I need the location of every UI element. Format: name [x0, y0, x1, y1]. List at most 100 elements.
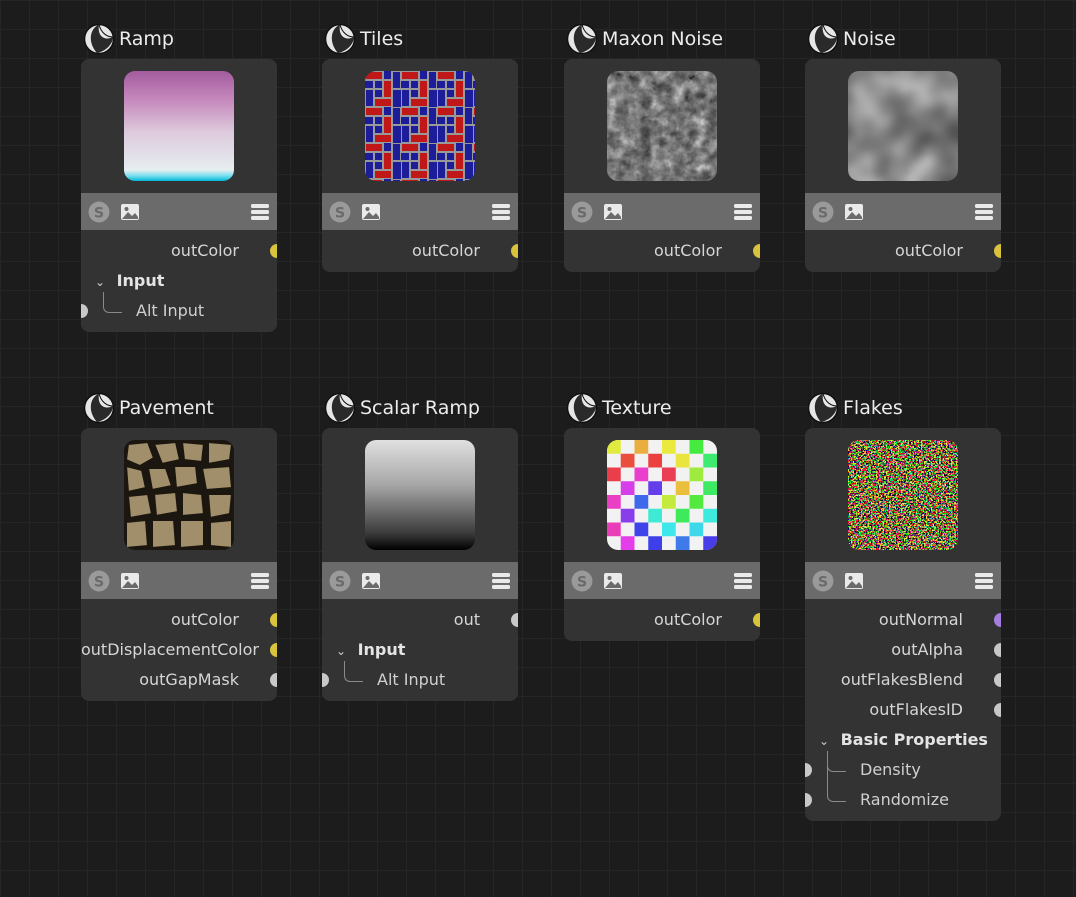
port-list: outColor [564, 599, 760, 635]
image-icon[interactable] [120, 202, 140, 222]
node-title[interactable]: Pavement [83, 394, 214, 422]
image-icon[interactable] [844, 202, 864, 222]
input-port-label: Alt Input [136, 301, 205, 320]
texture-cell [620, 508, 635, 523]
texture-cell [703, 481, 717, 495]
texture-cell [675, 508, 690, 523]
output-port-dot[interactable] [994, 643, 1001, 657]
node-title[interactable]: Tiles [324, 25, 403, 53]
output-port-dot[interactable] [511, 613, 518, 627]
texture-cell [648, 536, 662, 550]
preview-ramp [124, 71, 234, 181]
shader-s-icon[interactable] [329, 570, 351, 592]
node-title[interactable]: Maxon Noise [566, 25, 723, 53]
output-port-dot[interactable] [994, 703, 1001, 717]
input-port-dot[interactable] [81, 304, 88, 318]
image-icon[interactable] [361, 202, 381, 222]
image-icon[interactable] [120, 571, 140, 591]
menu-icon[interactable] [250, 202, 270, 222]
output-port-dot[interactable] [753, 613, 760, 627]
output-port-dot[interactable] [753, 244, 760, 258]
node-tiles[interactable]: Tiles outColor [322, 59, 518, 272]
menu-icon[interactable] [974, 202, 994, 222]
node-title[interactable]: Noise [807, 25, 896, 53]
node-noise[interactable]: Noise outColor [805, 59, 1001, 272]
shader-s-icon[interactable] [88, 201, 110, 223]
shader-s-icon[interactable] [812, 201, 834, 223]
preview-area [322, 428, 518, 562]
node-title[interactable]: Ramp [83, 25, 174, 53]
preview-texture [607, 440, 717, 550]
menu-icon[interactable] [250, 571, 270, 591]
output-port-row: outDisplacementColor [81, 635, 277, 665]
image-icon[interactable] [603, 202, 623, 222]
output-port-dot[interactable] [270, 673, 277, 687]
texture-cell [703, 508, 717, 523]
port-list: outColor ⌄ Input Alt Input [81, 230, 277, 326]
texture-cell [675, 453, 690, 468]
shader-s-icon[interactable] [88, 570, 110, 592]
output-port-dot[interactable] [270, 643, 277, 657]
texture-cell [689, 440, 704, 454]
input-port-dot[interactable] [805, 793, 812, 807]
node-title-label: Ramp [119, 28, 174, 50]
node-title[interactable]: Texture [566, 394, 672, 422]
texture-cell [689, 522, 704, 537]
output-port-dot[interactable] [994, 244, 1001, 258]
node-scalar-ramp[interactable]: Scalar Ramp out ⌄ Input Alt Input [322, 428, 518, 701]
node-ramp[interactable]: Ramp outColor ⌄ Input Alt Input [81, 59, 277, 332]
shader-s-icon[interactable] [812, 570, 834, 592]
output-port-label: outColor [895, 241, 963, 260]
output-port-dot[interactable] [270, 244, 277, 258]
material-sphere-icon [83, 392, 115, 424]
input-port-row: Alt Input [322, 661, 518, 695]
image-icon[interactable] [603, 571, 623, 591]
menu-icon[interactable] [733, 202, 753, 222]
input-port-dot[interactable] [805, 763, 812, 777]
output-port-row: out [322, 605, 518, 635]
input-port-label: Alt Input [377, 670, 446, 689]
node-title-label: Texture [602, 397, 672, 419]
node-body: outColor outDisplacementColor outGapMask [81, 428, 277, 701]
node-flakes[interactable]: Flakes outNormal outAlpha outFlakesBlend [805, 428, 1001, 821]
shader-s-icon[interactable] [329, 201, 351, 223]
texture-cell [607, 467, 621, 482]
texture-cell [675, 536, 690, 550]
material-sphere-icon [324, 23, 356, 55]
texture-cell [620, 481, 635, 495]
output-port-dot[interactable] [994, 673, 1001, 687]
shader-s-icon[interactable] [571, 570, 593, 592]
node-maxon-noise[interactable]: Maxon Noise outColor [564, 59, 760, 272]
image-icon[interactable] [361, 571, 381, 591]
image-icon[interactable] [844, 571, 864, 591]
output-port-row: outColor [322, 236, 518, 266]
output-port-dot[interactable] [994, 613, 1001, 627]
menu-icon[interactable] [491, 571, 511, 591]
node-title[interactable]: Scalar Ramp [324, 394, 480, 422]
node-title-label: Tiles [360, 28, 404, 50]
output-port-dot[interactable] [511, 244, 518, 258]
menu-icon[interactable] [733, 571, 753, 591]
input-port-dot[interactable] [322, 673, 329, 687]
texture-cell [634, 495, 649, 509]
texture-cell [689, 467, 704, 482]
input-port-row: Randomize [805, 751, 1001, 815]
menu-icon[interactable] [491, 202, 511, 222]
group-label: Basic Properties [840, 730, 988, 749]
output-port-label: outColor [412, 241, 480, 260]
node-title-label: Pavement [119, 397, 214, 419]
node-title[interactable]: Flakes [807, 394, 903, 422]
texture-cell [607, 495, 621, 509]
texture-cell [662, 467, 676, 482]
menu-icon[interactable] [974, 571, 994, 591]
output-port-label: outFlakesID [869, 700, 963, 719]
node-texture[interactable]: Texture outColor [564, 428, 760, 641]
texture-cell [634, 467, 649, 482]
output-port-dot[interactable] [270, 613, 277, 627]
node-toolbar [564, 562, 760, 599]
output-port-label: outColor [654, 241, 722, 260]
node-pavement[interactable]: Pavement outColor outDisplacementColor o… [81, 428, 277, 701]
shader-s-icon[interactable] [571, 201, 593, 223]
material-sphere-icon [566, 392, 598, 424]
node-toolbar [322, 193, 518, 230]
